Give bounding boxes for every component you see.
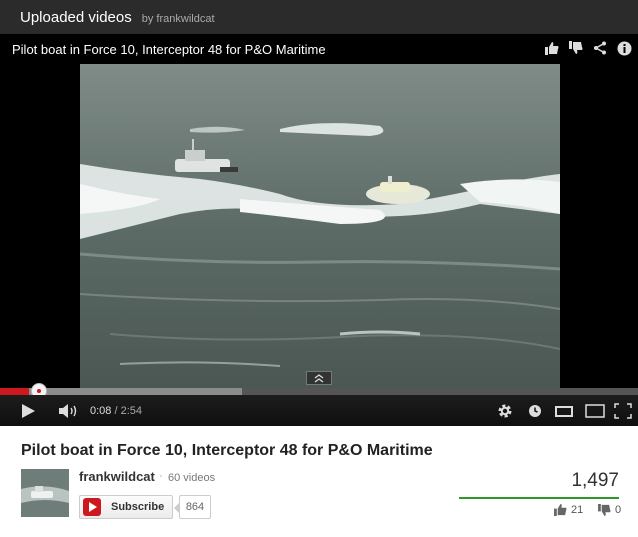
player-controls: 0:08 / 2:54: [0, 395, 638, 426]
video-still-image: [80, 64, 560, 389]
channel-name[interactable]: frankwildcat: [79, 469, 155, 484]
thumbs-up-icon: [554, 504, 567, 516]
channel-thumbnail[interactable]: [21, 469, 69, 517]
subscriber-count: 864: [174, 495, 211, 519]
playlist-bar: Uploaded videos by frankwildcat: [0, 0, 638, 34]
subscribe-label: Subscribe: [111, 501, 165, 513]
current-time: 0:08: [90, 405, 112, 417]
video-info: Pilot boat in Force 10, Interceptor 48 f…: [0, 426, 638, 537]
video-player[interactable]: Pilot boat in Force 10, Interceptor 48 f…: [0, 34, 638, 426]
like-ratio-fill: [459, 497, 619, 499]
settings-gear-icon[interactable]: [497, 401, 513, 421]
large-player-icon[interactable]: [585, 401, 605, 421]
playlist-owner[interactable]: by frankwildcat: [142, 13, 215, 25]
collapse-button[interactable]: [306, 371, 332, 385]
video-title: Pilot boat in Force 10, Interceptor 48 f…: [21, 442, 433, 459]
volume-icon[interactable]: [58, 401, 80, 421]
player-title[interactable]: Pilot boat in Force 10, Interceptor 48 f…: [12, 42, 326, 57]
video-count[interactable]: 60 videos: [168, 472, 215, 484]
progress-played: [0, 388, 30, 395]
dislike-button[interactable]: 0: [598, 504, 621, 516]
small-player-icon[interactable]: [555, 401, 573, 421]
separator-dot: ·: [159, 470, 163, 482]
like-icon[interactable]: [544, 39, 560, 57]
like-count: 21: [571, 504, 584, 516]
info-icon[interactable]: [616, 39, 632, 57]
share-icon[interactable]: [592, 39, 608, 57]
video-frame[interactable]: [80, 64, 560, 389]
fullscreen-icon[interactable]: [614, 401, 632, 421]
playlist-title[interactable]: Uploaded videos: [20, 9, 132, 26]
dislike-count: 0: [615, 504, 622, 516]
dislike-icon[interactable]: [568, 39, 584, 57]
like-ratio-bar: [459, 497, 619, 499]
chevron-up-icon: [314, 374, 324, 383]
time-display: 0:08 / 2:54: [90, 405, 142, 417]
view-count: 1,497: [571, 470, 619, 491]
like-button[interactable]: 21: [554, 504, 583, 516]
player-top-icons: [544, 39, 632, 57]
youtube-logo-icon: [83, 498, 101, 516]
play-icon[interactable]: [20, 401, 36, 421]
time-separator: /: [111, 405, 121, 417]
watch-later-clock-icon[interactable]: [528, 401, 542, 421]
progress-bar[interactable]: [0, 383, 638, 399]
subscribe-button[interactable]: Subscribe: [79, 495, 173, 519]
thumbs-down-icon: [598, 504, 611, 516]
total-time: 2:54: [120, 405, 143, 417]
